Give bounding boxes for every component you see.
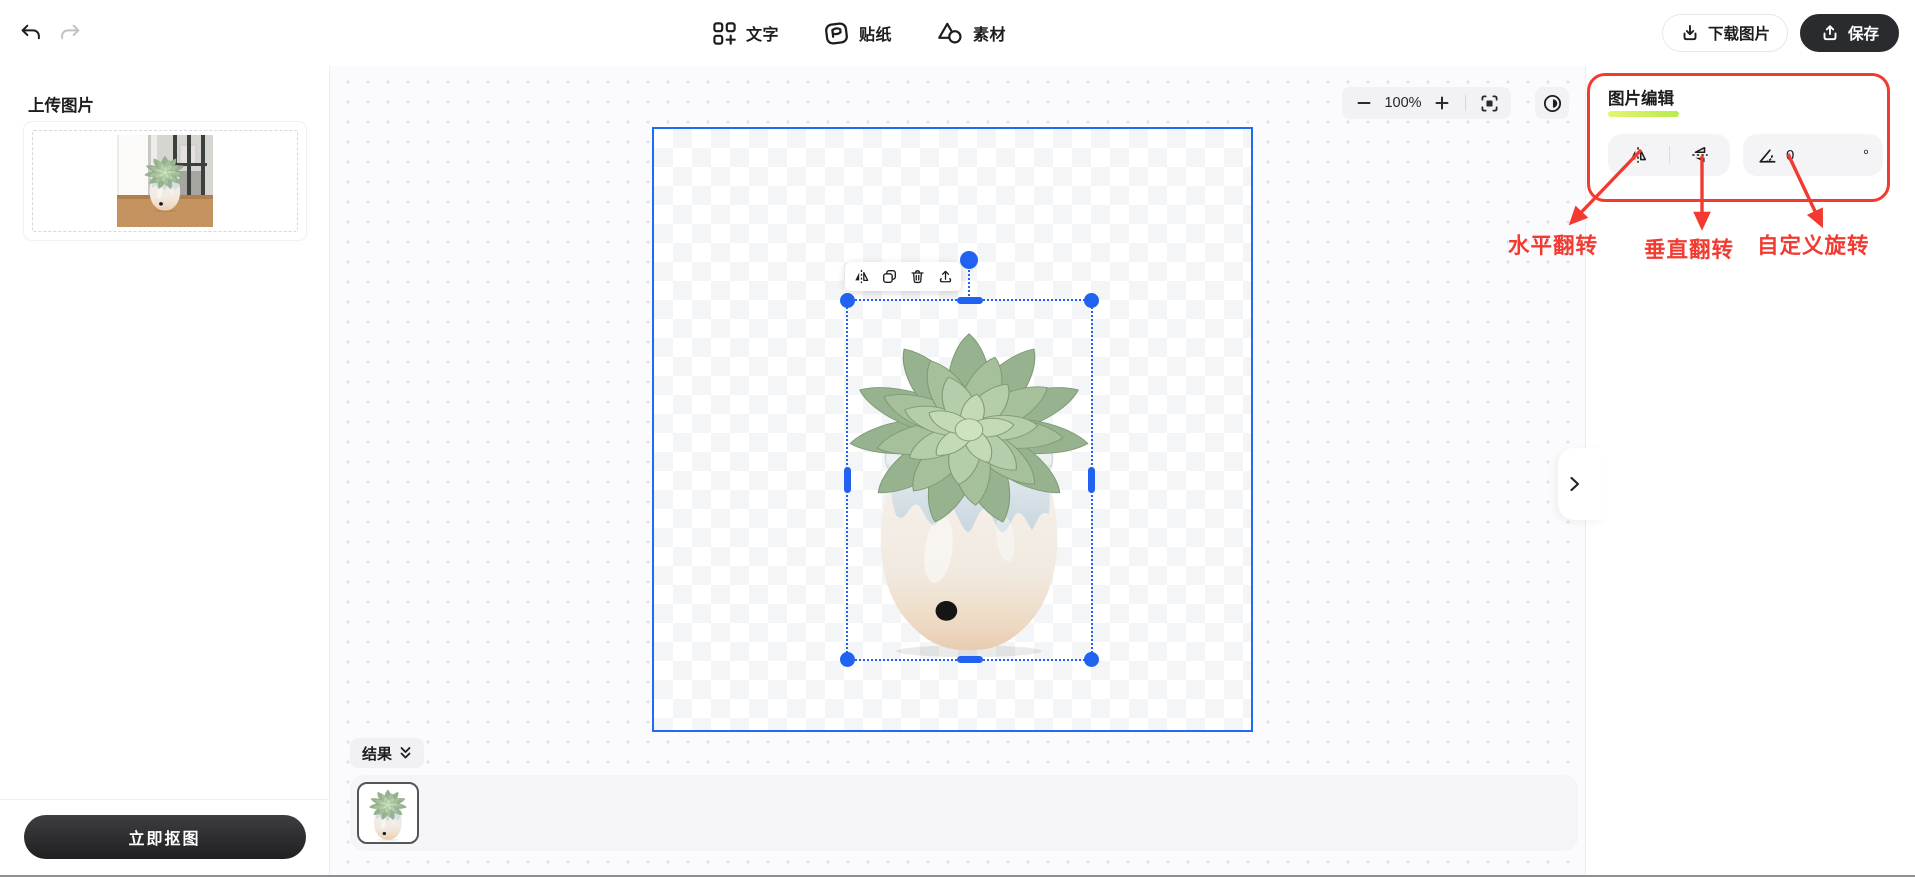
topbar-right: 下载图片 保存 <box>1662 14 1899 52</box>
rotation-input-group[interactable]: 0 ° <box>1743 134 1883 176</box>
zoom-level-value: 100% <box>1380 95 1426 111</box>
zoom-out-icon <box>1356 95 1372 111</box>
zoom-out-button[interactable] <box>1350 89 1378 117</box>
tool-sticker[interactable]: 贴纸 <box>823 20 892 47</box>
save-button[interactable]: 保存 <box>1800 14 1899 52</box>
chevron-right-icon <box>1567 475 1582 493</box>
tool-text-label: 文字 <box>746 21 779 45</box>
flip-vertical-button[interactable] <box>1683 138 1717 172</box>
tool-material[interactable]: 素材 <box>936 20 1006 46</box>
tool-text[interactable]: 文字 <box>712 21 779 46</box>
image-editor-app: 文字 贴纸 <box>0 0 1915 877</box>
download-image-label: 下载图片 <box>1708 22 1770 44</box>
angle-icon <box>1757 145 1778 166</box>
right-panel: 图片编辑 <box>1585 66 1915 877</box>
panel-collapse-tab[interactable] <box>1558 448 1604 520</box>
tool-material-label: 素材 <box>973 21 1006 45</box>
results-label: 结果 <box>362 743 392 764</box>
contrast-icon <box>1542 93 1563 114</box>
results-toggle[interactable]: 结果 <box>350 738 424 768</box>
contrast-toggle-button[interactable] <box>1535 87 1569 119</box>
resize-handle-bottom-right[interactable] <box>1084 652 1099 667</box>
undo-icon <box>19 22 42 45</box>
fit-screen-icon <box>1480 94 1499 113</box>
flip-vertical-icon <box>1690 145 1710 165</box>
result-thumbnail[interactable] <box>357 782 419 844</box>
duplicate-button[interactable] <box>875 263 903 290</box>
group-divider <box>1669 146 1670 164</box>
canvas-area[interactable]: 100% <box>330 66 1585 877</box>
trash-icon <box>909 268 926 285</box>
upload-icon <box>1820 23 1840 43</box>
double-chevron-down-icon <box>399 746 412 760</box>
zoombar-divider <box>1465 95 1466 111</box>
selection-toolbar <box>845 262 961 291</box>
redo-button[interactable] <box>52 15 88 51</box>
undo-button[interactable] <box>12 15 48 51</box>
bring-to-front-button[interactable] <box>931 263 959 290</box>
zoom-in-icon <box>1434 95 1450 111</box>
panel-title: 图片编辑 <box>1608 85 1674 109</box>
resize-handle-right[interactable] <box>1088 467 1095 493</box>
sidebar-footer: 立即抠图 <box>0 799 329 877</box>
upload-section-title: 上传图片 <box>0 66 329 116</box>
duplicate-icon <box>881 268 898 285</box>
results-strip <box>350 775 1578 851</box>
download-icon <box>1680 23 1700 43</box>
redo-icon <box>59 22 82 45</box>
delete-button[interactable] <box>903 263 931 290</box>
upload-dropzone <box>32 130 298 232</box>
rotation-handle[interactable] <box>960 251 978 269</box>
resize-handle-bottom[interactable] <box>957 656 983 663</box>
selection-box[interactable] <box>846 299 1093 661</box>
fit-screen-button[interactable] <box>1475 89 1503 117</box>
tool-sticker-label: 贴纸 <box>859 21 892 45</box>
resize-handle-left[interactable] <box>844 467 851 493</box>
uploaded-image-thumbnail[interactable] <box>117 135 213 227</box>
uploaded-image-card[interactable] <box>24 122 306 240</box>
flip-horizontal-icon <box>1628 145 1648 165</box>
title-highlight-bar <box>1608 111 1679 117</box>
left-sidebar: 上传图片 立即抠图 <box>0 66 330 877</box>
download-image-button[interactable]: 下载图片 <box>1662 14 1788 52</box>
flip-button-group <box>1608 134 1730 176</box>
bring-to-front-icon <box>937 268 954 285</box>
cutout-now-button[interactable]: 立即抠图 <box>24 815 306 859</box>
zoom-controls: 100% <box>1342 87 1511 119</box>
rotation-connector <box>968 270 970 300</box>
flip-horizontal-button[interactable] <box>1621 138 1655 172</box>
text-tool-icon <box>712 21 737 46</box>
topbar: 文字 贴纸 <box>0 0 1915 66</box>
resize-handle-bottom-left[interactable] <box>840 652 855 667</box>
rotation-value[interactable]: 0 <box>1786 147 1855 164</box>
degree-symbol: ° <box>1863 147 1869 164</box>
sticker-icon <box>823 20 850 47</box>
material-icon <box>936 20 964 46</box>
flip-horizontal-button[interactable] <box>847 263 875 290</box>
resize-handle-top-right[interactable] <box>1084 293 1099 308</box>
flip-horizontal-icon <box>853 268 870 285</box>
tool-group: 文字 贴纸 <box>712 0 1006 66</box>
zoom-in-button[interactable] <box>1428 89 1456 117</box>
save-label: 保存 <box>1848 22 1879 44</box>
resize-handle-top-left[interactable] <box>840 293 855 308</box>
